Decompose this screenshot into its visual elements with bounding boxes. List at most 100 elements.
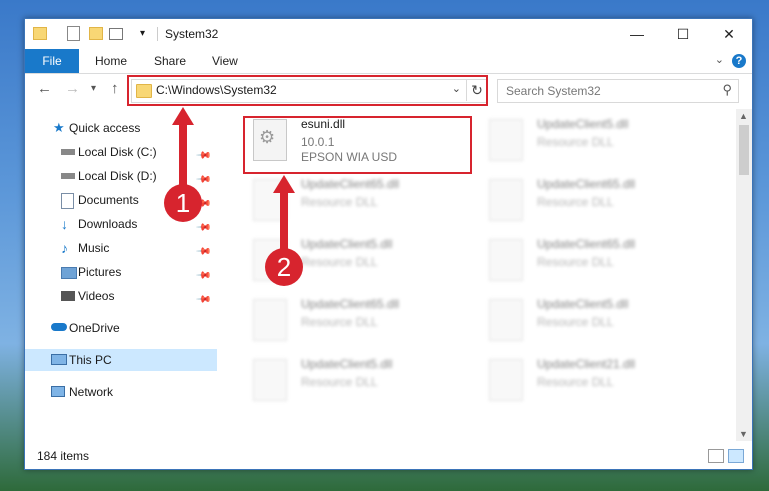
pin-icon[interactable]: 📌	[191, 288, 215, 312]
file-item[interactable]: UpdateClient65.dll Resource DLL	[481, 173, 711, 231]
close-button[interactable]: ✕	[706, 19, 752, 49]
file-description: Resource DLL	[537, 255, 614, 269]
file-item[interactable]: UpdateClient65.dll Resource DLL	[245, 293, 475, 351]
folder-icon	[33, 27, 47, 40]
file-item[interactable]: UpdateClient65.dll Resource DLL	[481, 233, 711, 291]
file-name: UpdateClient65.dll	[537, 177, 636, 191]
title-bar: ▾ System32 — ☐ ✕	[25, 19, 752, 49]
computer-icon	[51, 354, 67, 365]
sidebar-item-music[interactable]: ♪ Music 📌	[25, 237, 217, 260]
file-item[interactable]: UpdateClient5.dll Resource DLL	[245, 353, 475, 411]
file-highlight-box	[243, 116, 472, 174]
maximize-button[interactable]: ☐	[660, 19, 706, 49]
sidebar-item-label: Music	[78, 241, 110, 255]
ribbon-tabs: File Home Share View ⌄ ?	[25, 49, 752, 74]
file-name: UpdateClient5.dll	[301, 237, 393, 251]
drive-icon	[61, 173, 75, 179]
properties-icon[interactable]	[67, 26, 80, 41]
file-description: Resource DLL	[537, 315, 614, 329]
sidebar-item-label: Pictures	[78, 265, 122, 279]
customize-quick-access-icon[interactable]: ▾	[140, 28, 154, 42]
expand-ribbon-icon[interactable]: ⌄	[715, 53, 724, 66]
forward-arrow-icon[interactable]: →	[65, 80, 80, 97]
large-icons-view-icon[interactable]	[728, 449, 744, 463]
new-folder-icon[interactable]	[89, 27, 103, 40]
sidebar-item-label: This PC	[69, 353, 112, 367]
back-arrow-icon[interactable]: ←	[37, 80, 52, 97]
sidebar-item-local-disk-c[interactable]: Local Disk (C:) 📌	[25, 141, 217, 164]
sidebar-item-videos[interactable]: Videos 📌	[25, 285, 217, 308]
file-name: UpdateClient21.dll	[537, 357, 636, 371]
address-highlight-box	[127, 75, 488, 106]
file-name: UpdateClient5.dll	[537, 297, 629, 311]
file-name: UpdateClient65.dll	[537, 237, 636, 251]
tab-share[interactable]: Share	[154, 49, 186, 73]
item-count: 184 items	[37, 449, 90, 463]
sidebar-item-label: OneDrive	[69, 321, 120, 335]
arrow-head-1	[172, 107, 194, 125]
navigation-bar: ← → ▾ ↑ C:\Windows\System32 ⌄ ↻ Search S…	[25, 74, 752, 106]
dll-file-icon	[489, 119, 523, 161]
file-description: Resource DLL	[301, 375, 378, 389]
scroll-up-icon[interactable]: ▲	[739, 111, 748, 121]
sidebar-item-this-pc[interactable]: This PC	[25, 349, 217, 371]
file-name: UpdateClient65.dll	[301, 177, 400, 191]
file-name: UpdateClient5.dll	[301, 357, 393, 371]
search-input[interactable]: Search System32 ⚲	[497, 79, 739, 103]
dll-file-icon	[489, 239, 523, 281]
sidebar-item-label: Local Disk (C:)	[78, 145, 157, 159]
sidebar-item-pictures[interactable]: Pictures 📌	[25, 261, 217, 284]
dll-file-icon	[253, 299, 287, 341]
file-item[interactable]: UpdateClient21.dll Resource DLL	[481, 353, 711, 411]
minimize-button[interactable]: —	[614, 19, 660, 49]
callout-arrow-2	[280, 190, 288, 250]
title-separator	[157, 27, 158, 41]
videos-icon	[61, 291, 75, 301]
sidebar-item-label: Local Disk (D:)	[78, 169, 157, 183]
sidebar-item-network[interactable]: Network	[25, 381, 217, 403]
dll-file-icon	[489, 179, 523, 221]
tab-file[interactable]: File	[25, 49, 79, 73]
sidebar-item-label: Network	[69, 385, 114, 399]
file-name: UpdateClient65.dll	[301, 297, 400, 311]
help-icon[interactable]: ?	[732, 54, 746, 68]
file-description: Resource DLL	[301, 195, 378, 209]
file-list: ⚙ esuni.dll 10.0.1 EPSON WIA USD UpdateC…	[235, 109, 735, 439]
file-description: Resource DLL	[537, 375, 614, 389]
arrow-head-2	[273, 175, 295, 193]
dll-file-icon	[253, 359, 287, 401]
sidebar-item-onedrive[interactable]: OneDrive	[25, 317, 217, 339]
recent-locations-icon[interactable]: ▾	[91, 83, 96, 94]
download-icon: ↓	[61, 216, 68, 232]
file-item[interactable]: UpdateClient5.dll Resource DLL	[481, 113, 711, 171]
up-arrow-icon[interactable]: ↑	[111, 80, 119, 97]
network-icon	[51, 386, 65, 397]
vertical-scrollbar[interactable]: ▲ ▼	[736, 109, 752, 441]
search-placeholder: Search System32	[506, 84, 601, 98]
dll-file-icon	[489, 299, 523, 341]
tab-view[interactable]: View	[212, 49, 238, 73]
view-options-icon[interactable]	[109, 28, 123, 40]
sidebar-item-label: Videos	[78, 289, 115, 303]
navigation-pane: ★ Quick access Local Disk (C:) 📌 Local D…	[25, 109, 217, 439]
sidebar-item-label: Quick access	[69, 121, 141, 135]
details-view-icon[interactable]	[708, 449, 724, 463]
window-title: System32	[165, 27, 219, 41]
scroll-down-icon[interactable]: ▼	[739, 429, 748, 439]
file-name: UpdateClient5.dll	[537, 117, 629, 131]
drive-icon	[61, 149, 75, 155]
cloud-icon	[51, 323, 67, 331]
tab-home[interactable]: Home	[95, 49, 127, 73]
documents-icon	[61, 193, 74, 209]
sidebar-item-local-disk-d[interactable]: Local Disk (D:) 📌	[25, 165, 217, 188]
file-description: Resource DLL	[301, 315, 378, 329]
pictures-icon	[61, 267, 77, 279]
callout-badge-2: 2	[265, 248, 303, 286]
status-bar: 184 items	[25, 443, 752, 469]
file-description: Resource DLL	[537, 195, 614, 209]
callout-arrow-1	[179, 122, 187, 192]
file-description: Resource DLL	[301, 255, 378, 269]
sidebar-item-label: Documents	[78, 193, 139, 207]
file-item[interactable]: UpdateClient5.dll Resource DLL	[481, 293, 711, 351]
scrollbar-thumb[interactable]	[739, 125, 749, 175]
